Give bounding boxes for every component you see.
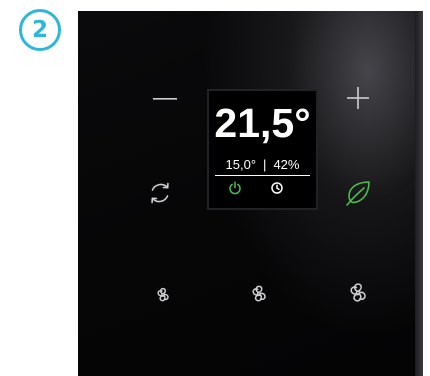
fan-icon (350, 283, 366, 302)
current-temperature: 21,5° (214, 100, 311, 146)
step-badge: 2 (19, 9, 61, 51)
display-readouts: 15,0° | 42% (215, 158, 310, 171)
minus-icon (153, 98, 177, 100)
leaf-icon (346, 181, 370, 206)
readout-separator: | (263, 157, 267, 172)
thermostat-panel: 21,5° 15,0° | 42% (78, 11, 423, 376)
fan-speed-medium-button[interactable] (244, 279, 274, 309)
power-icon (229, 181, 241, 195)
fan-speed-high-button[interactable] (341, 276, 375, 310)
plus-icon (347, 87, 369, 109)
fan-speed-low-button[interactable] (150, 282, 176, 308)
fan-icon (157, 287, 169, 302)
thermostat-display: 21,5° 15,0° | 42% (207, 89, 318, 210)
decrease-temperature-button[interactable] (152, 91, 178, 107)
mode-button[interactable] (144, 177, 176, 209)
increase-temperature-button[interactable] (345, 85, 371, 111)
refresh-icon (151, 182, 169, 204)
display-divider (215, 175, 310, 176)
product-page: 2 21,5° 15,0° | 42% (0, 0, 430, 376)
eco-mode-button[interactable] (342, 177, 374, 209)
setpoint-temperature: 15,0° (225, 157, 257, 172)
step-number: 2 (31, 16, 48, 43)
panel-edge (415, 11, 423, 376)
humidity-value: 42% (273, 157, 300, 172)
clock-icon (271, 182, 283, 194)
fan-icon (252, 285, 266, 302)
